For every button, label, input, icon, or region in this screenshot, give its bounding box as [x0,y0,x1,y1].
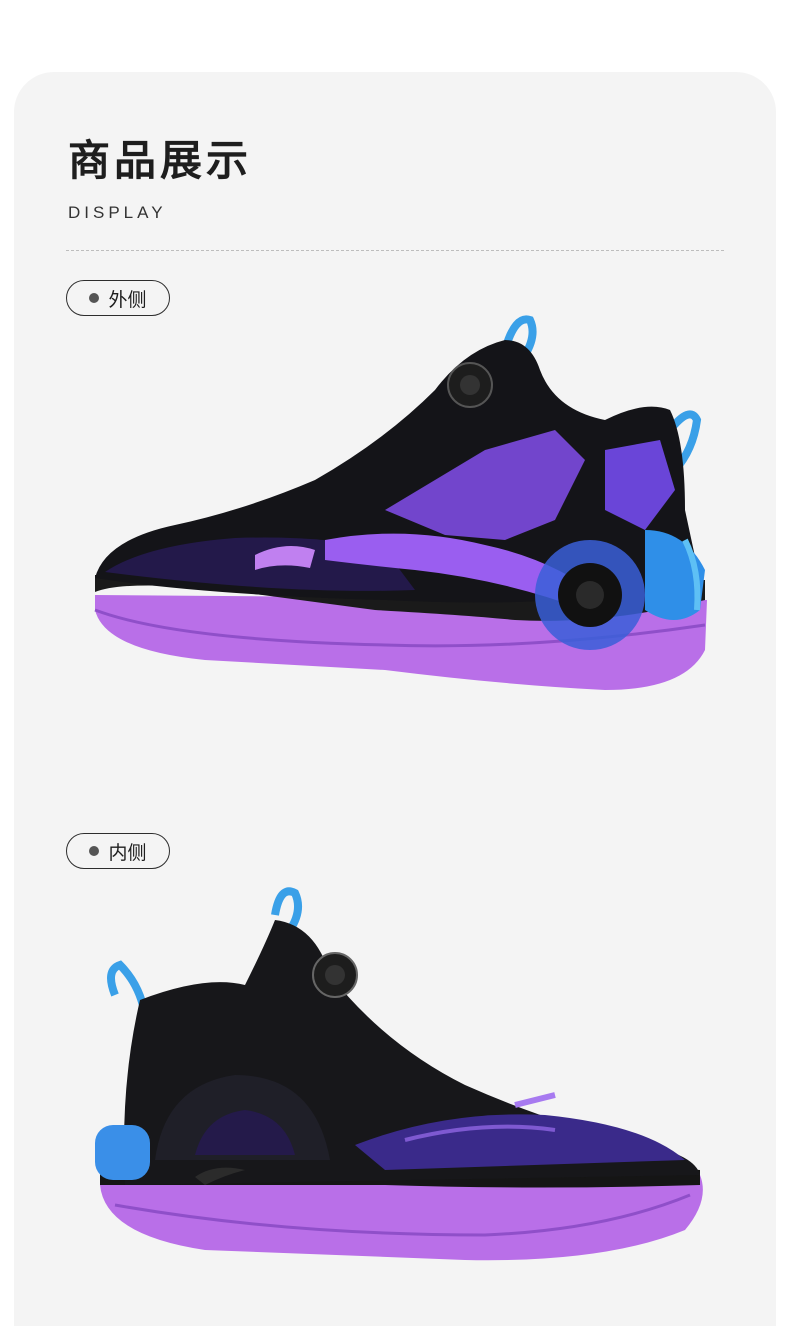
shoe-outer-side-image [94,315,707,690]
view-tag-inner: 内侧 [66,833,170,869]
bullet-dot-icon [89,846,100,856]
section-title: 商品展示 [68,136,253,185]
section-subtitle: DISPLAY [68,203,167,222]
bullet-dot-icon [89,293,100,303]
view-tag-label: 内侧 [108,841,147,864]
shoe-inner-side-image [95,887,703,1261]
view-tag-label: 外侧 [108,288,147,311]
dashed-divider [66,250,724,251]
